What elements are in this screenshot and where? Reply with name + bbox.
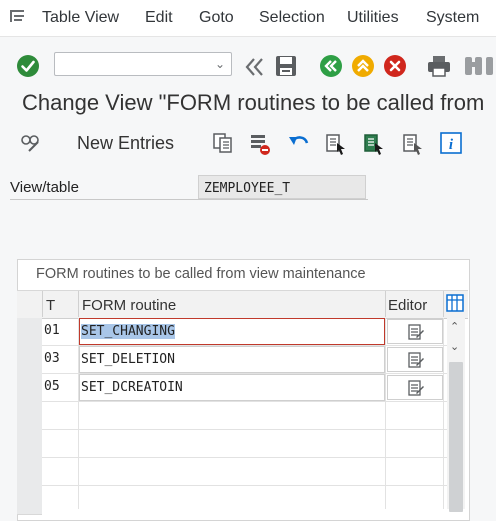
select-all-icon[interactable] bbox=[324, 132, 348, 156]
grid-line bbox=[443, 318, 444, 509]
scroll-up-icon[interactable]: ⌃ bbox=[450, 320, 459, 333]
find-icon[interactable] bbox=[462, 54, 496, 78]
table-header: T FORM routine Editor bbox=[17, 290, 468, 319]
page-title: Change View "FORM routines to be called … bbox=[22, 90, 485, 115]
panel-title: FORM routines to be called from view mai… bbox=[36, 266, 366, 282]
display-change-icon[interactable] bbox=[20, 133, 42, 153]
undo-icon[interactable] bbox=[287, 132, 311, 154]
column-divider bbox=[443, 291, 444, 317]
grid-line bbox=[42, 457, 447, 458]
menu-bar: Table View Edit Goto Selection Utilities… bbox=[0, 0, 496, 37]
chevron-down-icon[interactable]: ⌄ bbox=[215, 57, 225, 71]
row-selector[interactable] bbox=[17, 346, 42, 375]
column-header-form-routine[interactable]: FORM routine bbox=[82, 297, 176, 314]
table-settings-icon[interactable] bbox=[445, 293, 465, 313]
row-selector[interactable] bbox=[17, 318, 42, 347]
delete-icon[interactable] bbox=[248, 132, 272, 156]
scroll-down-icon[interactable]: ⌄ bbox=[450, 340, 459, 353]
form-routine-value: SET_DELETION bbox=[81, 352, 175, 367]
exit-icon[interactable] bbox=[351, 54, 375, 78]
save-icon[interactable] bbox=[274, 54, 298, 78]
grid-line bbox=[42, 401, 447, 402]
grid-line bbox=[42, 485, 447, 486]
editor-icon bbox=[408, 380, 424, 396]
view-table-label: View/table bbox=[10, 179, 79, 196]
row-selector[interactable] bbox=[17, 458, 42, 487]
column-divider bbox=[78, 291, 79, 317]
cell-t: 05 bbox=[44, 379, 60, 394]
grid-line bbox=[385, 318, 386, 509]
select-block-icon[interactable] bbox=[362, 132, 386, 156]
column-divider bbox=[42, 291, 43, 317]
menu-selection[interactable]: Selection bbox=[259, 9, 325, 27]
cancel-icon[interactable] bbox=[383, 54, 407, 78]
row-selector[interactable] bbox=[17, 430, 42, 459]
vertical-scrollbar[interactable]: ⌃ ⌄ bbox=[447, 318, 465, 512]
menu-goto[interactable]: Goto bbox=[199, 9, 234, 27]
command-field[interactable]: ⌄ bbox=[54, 52, 232, 76]
editor-icon bbox=[408, 352, 424, 368]
form-routine-input[interactable]: SET_DELETION bbox=[79, 346, 385, 373]
info-icon[interactable]: i bbox=[440, 132, 462, 154]
back-icon[interactable] bbox=[319, 54, 343, 78]
editor-button[interactable] bbox=[387, 347, 443, 372]
deselect-all-icon[interactable] bbox=[401, 132, 425, 156]
menu-system[interactable]: System bbox=[426, 9, 479, 27]
row-selector[interactable] bbox=[17, 402, 42, 431]
form-routine-value: SET_CHANGING bbox=[81, 324, 175, 339]
form-routine-input[interactable]: SET_CHANGING bbox=[79, 318, 385, 345]
editor-button[interactable] bbox=[387, 319, 443, 344]
column-divider bbox=[385, 291, 386, 317]
scrollbar-thumb[interactable] bbox=[449, 362, 463, 512]
grid-line bbox=[42, 429, 447, 430]
form-routine-value: SET_DCREATOIN bbox=[81, 380, 183, 395]
column-header-editor[interactable]: Editor bbox=[388, 297, 427, 314]
row-selector[interactable] bbox=[17, 374, 42, 403]
confirm-icon[interactable] bbox=[16, 54, 40, 78]
menu-edit[interactable]: Edit bbox=[145, 9, 173, 27]
editor-button[interactable] bbox=[387, 375, 443, 400]
back-double-icon[interactable] bbox=[244, 56, 266, 78]
new-entries-button[interactable]: New Entries bbox=[77, 133, 174, 154]
copy-as-icon[interactable] bbox=[211, 132, 235, 154]
form-routine-input[interactable]: SET_DCREATOIN bbox=[79, 374, 385, 401]
cell-t: 03 bbox=[44, 351, 60, 366]
column-header-t[interactable]: T bbox=[46, 297, 55, 314]
menu-table-view[interactable]: Table View bbox=[42, 9, 119, 27]
system-menu-icon[interactable] bbox=[9, 8, 27, 24]
editor-icon bbox=[408, 324, 424, 340]
row-selector[interactable] bbox=[17, 486, 42, 515]
cell-t: 01 bbox=[44, 323, 60, 338]
field-underline bbox=[10, 199, 368, 200]
print-icon[interactable] bbox=[426, 54, 452, 78]
view-table-value: ZEMPLOYEE_T bbox=[198, 175, 366, 199]
menu-utilities[interactable]: Utilities bbox=[347, 9, 399, 27]
